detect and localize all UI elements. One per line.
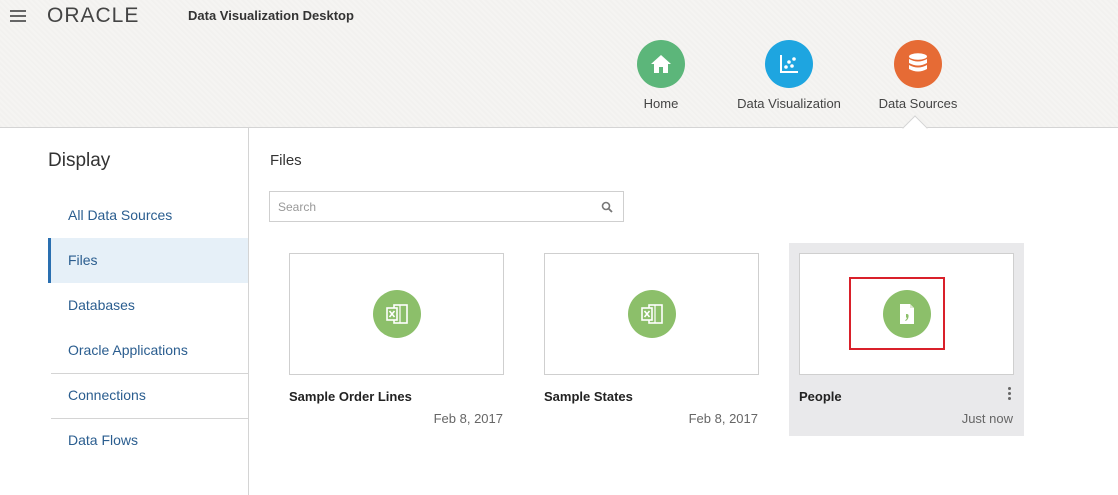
file-date: Just now	[961, 411, 1013, 426]
file-thumbnail[interactable]	[544, 253, 759, 375]
nav-home-label: Home	[643, 96, 679, 111]
database-icon	[894, 40, 942, 88]
file-thumbnail[interactable]	[289, 253, 504, 375]
nav-data-visualization-label: Data Visualization	[737, 96, 841, 111]
sidebar-item-all-data-sources[interactable]: All Data Sources	[48, 193, 248, 238]
sidebar-item-data-flows[interactable]: Data Flows	[48, 418, 248, 463]
sidebar-item-files[interactable]: Files	[48, 238, 248, 283]
search-box	[269, 191, 624, 222]
file-thumbnail[interactable]	[799, 253, 1014, 375]
page-title: Files	[270, 152, 302, 169]
more-options-icon[interactable]	[1006, 387, 1012, 401]
excel-file-icon	[372, 290, 421, 338]
csv-file-icon	[882, 290, 931, 338]
home-icon	[637, 40, 685, 88]
excel-file-icon	[627, 290, 676, 338]
nav-data-sources[interactable]: Data Sources	[874, 40, 962, 111]
nav-data-visualization[interactable]: Data Visualization	[733, 40, 845, 111]
file-date: Feb 8, 2017	[433, 411, 503, 426]
file-card-sample-states[interactable]: Sample States Feb 8, 2017	[534, 243, 769, 436]
file-card-people[interactable]: People Just now	[789, 243, 1024, 436]
sidebar-title: Display	[48, 150, 111, 171]
oracle-logo: ORACLE	[47, 4, 140, 27]
scatter-chart-icon	[765, 40, 813, 88]
hamburger-menu-icon[interactable]	[10, 10, 26, 24]
sidebar-item-databases[interactable]: Databases	[48, 283, 248, 328]
sidebar-item-oracle-applications[interactable]: Oracle Applications	[48, 328, 248, 373]
file-name: Sample Order Lines	[289, 389, 412, 404]
file-date: Feb 8, 2017	[688, 411, 758, 426]
search-input[interactable]	[270, 192, 590, 221]
nav-data-sources-label: Data Sources	[878, 96, 958, 111]
top-header: ORACLE Data Visualization Desktop Home D…	[0, 0, 1118, 128]
file-card-sample-order-lines[interactable]: Sample Order Lines Feb 8, 2017	[279, 243, 514, 436]
sidebar-item-connections[interactable]: Connections	[48, 373, 248, 418]
file-name: People	[799, 389, 842, 404]
file-name: Sample States	[544, 389, 633, 404]
nav-home[interactable]: Home	[630, 40, 692, 111]
search-icon[interactable]	[601, 201, 613, 213]
app-title: Data Visualization Desktop	[188, 8, 354, 23]
